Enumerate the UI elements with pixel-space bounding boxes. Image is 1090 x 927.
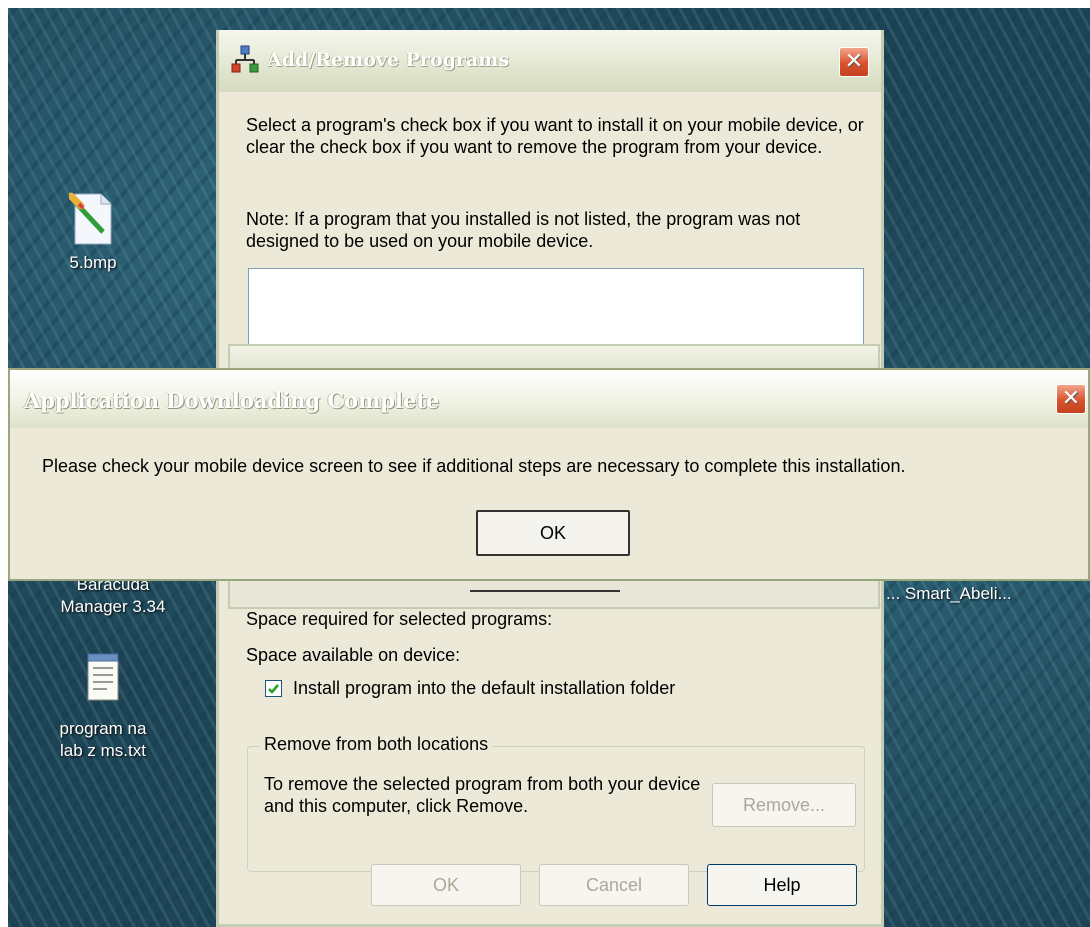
default-folder-checkbox[interactable] [265, 680, 282, 697]
remove-button-label: Remove... [742, 795, 826, 815]
dialog-close-button[interactable]: ✕ [1056, 384, 1086, 414]
default-folder-checkbox-label: Install program into the default install… [293, 678, 676, 698]
title-bar[interactable]: Add/Remove Programs ✕ [219, 30, 881, 92]
remove-description: To remove the selected program from both… [264, 774, 701, 816]
note-text: Note: If a program that you installed is… [246, 209, 801, 251]
ok-button-label: OK [432, 875, 459, 895]
cancel-button[interactable]: Cancel [539, 864, 689, 906]
space-required-label: Space required for selected programs: [246, 609, 553, 629]
notepad-text-icon [85, 652, 121, 702]
close-icon: ✕ [844, 49, 864, 74]
desktop-icon-label: 5.bmp [69, 253, 117, 272]
close-icon: ✕ [1061, 386, 1081, 411]
desktop-icon-label-line2: Manager 3.34 [60, 597, 166, 616]
dialog-title-bar[interactable]: Application Downloading Complete ✕ [10, 370, 1088, 428]
space-available-label: Space available on device: [246, 645, 461, 665]
desktop-icon-label: ... Smart_Abeli... [886, 584, 1012, 603]
remove-groupbox-legend: Remove from both locations [260, 734, 493, 755]
desktop-icon-program-txt[interactable]: program na lab z ms.txt [28, 652, 178, 762]
download-complete-dialog: Application Downloading Complete ✕ Pleas… [8, 368, 1090, 581]
desktop-icon-label-line1: program na [59, 719, 147, 738]
ok-button[interactable]: OK [371, 864, 521, 906]
help-button[interactable]: Help [707, 864, 857, 906]
window-app-icon [230, 44, 260, 79]
dialog-ok-button[interactable]: OK [476, 510, 630, 556]
dialog-ok-button-label: OK [539, 523, 566, 543]
desktop-icon-label-line2: lab z ms.txt [60, 741, 146, 760]
cancel-button-label: Cancel [585, 875, 643, 895]
remove-button[interactable]: Remove... [712, 783, 856, 827]
paint-bitmap-icon [67, 192, 117, 246]
remove-groupbox: Remove from both locations To remove the… [247, 734, 865, 872]
dialog-message: Please check your mobile device screen t… [42, 456, 906, 476]
help-button-label: Help [763, 875, 801, 895]
desktop-icon-5bmp[interactable]: 5.bmp [38, 192, 148, 274]
intro-text: Select a program's check box if you want… [246, 115, 864, 157]
close-button[interactable]: ✕ [839, 47, 869, 77]
program-list[interactable] [248, 268, 864, 348]
checkmark-icon [268, 684, 279, 694]
window-title: Add/Remove Programs [267, 49, 510, 71]
desktop-icon-smart-abeli[interactable]: ... Smart_Abeli... [886, 583, 1086, 605]
dialog-title: Application Downloading Complete [24, 388, 440, 413]
